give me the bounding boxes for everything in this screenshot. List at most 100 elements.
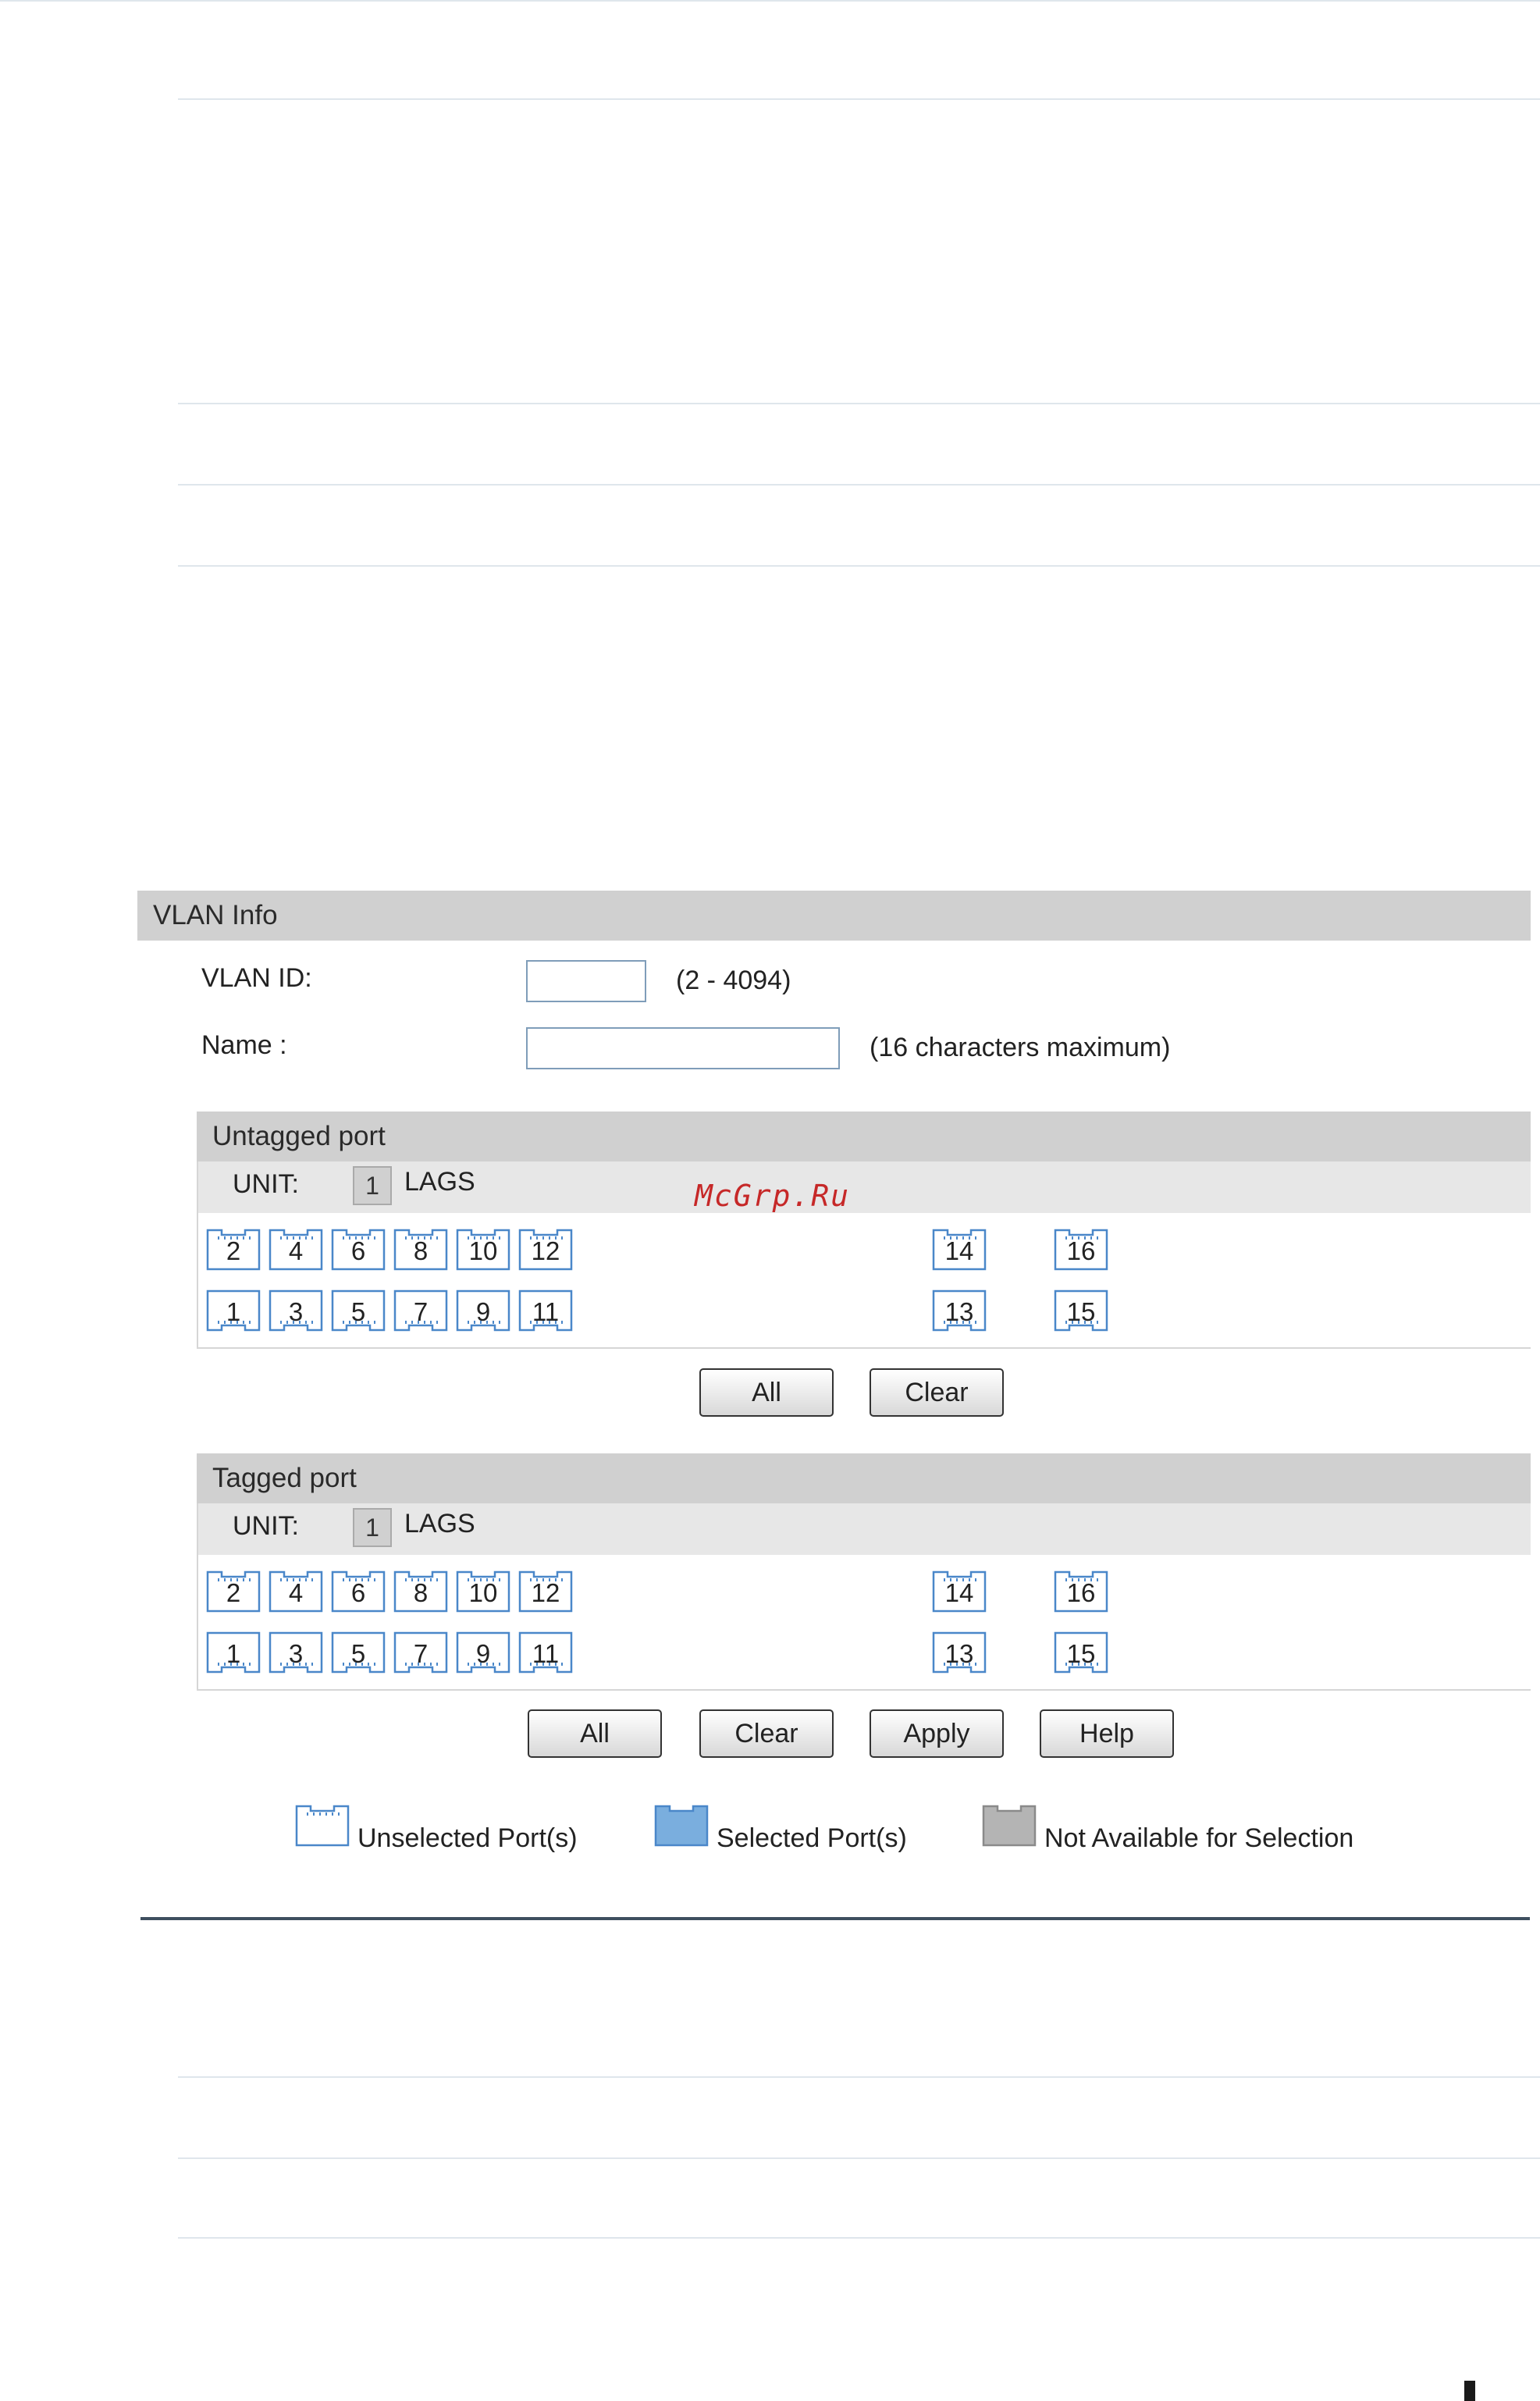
port-number: 5 bbox=[350, 1297, 366, 1326]
port-number: 11 bbox=[532, 1297, 560, 1326]
name-max-hint: (16 characters maximum) bbox=[870, 1033, 1171, 1062]
tagged-unit-selector[interactable]: 1 bbox=[353, 1508, 392, 1547]
separator-line bbox=[178, 2237, 1540, 2239]
untagged-port-4[interactable]: 4 bbox=[269, 1229, 323, 1271]
port-number: 2 bbox=[226, 1578, 241, 1607]
tagged-all-button[interactable]: All bbox=[528, 1709, 662, 1758]
untagged-port-11[interactable]: 11 bbox=[518, 1289, 573, 1332]
section-divider bbox=[140, 1917, 1530, 1920]
untagged-port-14[interactable]: 14 bbox=[932, 1229, 987, 1271]
untagged-unit-row bbox=[198, 1161, 1531, 1213]
tagged-port-15[interactable]: 15 bbox=[1054, 1631, 1108, 1674]
port-number: 3 bbox=[288, 1639, 304, 1668]
port-number: 1 bbox=[226, 1297, 241, 1326]
tagged-port-16[interactable]: 16 bbox=[1054, 1570, 1108, 1613]
port-number: 7 bbox=[413, 1297, 429, 1326]
port-number: 14 bbox=[944, 1236, 974, 1265]
untagged-port-9[interactable]: 9 bbox=[456, 1289, 510, 1332]
untagged-port-10[interactable]: 10 bbox=[456, 1229, 510, 1271]
separator-line bbox=[178, 2076, 1540, 2078]
untagged-port-15[interactable]: 15 bbox=[1054, 1289, 1108, 1332]
unselected-port-icon bbox=[295, 1805, 350, 1847]
untagged-port-1[interactable]: 1 bbox=[206, 1289, 261, 1332]
vlan-id-input[interactable] bbox=[526, 960, 646, 1002]
tagged-port-7[interactable]: 7 bbox=[393, 1631, 448, 1674]
port-number: 8 bbox=[413, 1578, 429, 1607]
port-number: 5 bbox=[350, 1639, 366, 1668]
untagged-port-8[interactable]: 8 bbox=[393, 1229, 448, 1271]
untagged-port-3[interactable]: 3 bbox=[269, 1289, 323, 1332]
port-number: 9 bbox=[475, 1297, 491, 1326]
port-number: 15 bbox=[1066, 1639, 1096, 1668]
apply-button[interactable]: Apply bbox=[870, 1709, 1004, 1758]
legend-unselected-label: Unselected Port(s) bbox=[357, 1823, 578, 1853]
port-number: 9 bbox=[475, 1639, 491, 1668]
untagged-port-6[interactable]: 6 bbox=[331, 1229, 386, 1271]
vlan-id-label: VLAN ID: bbox=[201, 963, 312, 993]
tagged-port-6[interactable]: 6 bbox=[331, 1570, 386, 1613]
tagged-unit-row bbox=[198, 1503, 1531, 1555]
tagged-port-10[interactable]: 10 bbox=[456, 1570, 510, 1613]
selected-port-icon bbox=[654, 1805, 709, 1847]
tagged-port-3[interactable]: 3 bbox=[269, 1631, 323, 1674]
vlan-info-header: VLAN Info bbox=[137, 891, 1531, 941]
port-number: 13 bbox=[944, 1639, 974, 1668]
tagged-lags-link[interactable]: LAGS bbox=[404, 1509, 475, 1539]
port-number: 8 bbox=[413, 1236, 429, 1265]
tagged-port-4[interactable]: 4 bbox=[269, 1570, 323, 1613]
tagged-port-5[interactable]: 5 bbox=[331, 1631, 386, 1674]
port-number: 11 bbox=[532, 1639, 560, 1668]
tagged-port-header: Tagged port bbox=[197, 1453, 1531, 1503]
untagged-unit-label: UNIT: bbox=[233, 1169, 299, 1199]
untagged-port-2[interactable]: 2 bbox=[206, 1229, 261, 1271]
port-number: 6 bbox=[350, 1578, 366, 1607]
untagged-all-button[interactable]: All bbox=[699, 1368, 834, 1417]
separator-line bbox=[178, 403, 1540, 404]
port-number: 7 bbox=[413, 1639, 429, 1668]
watermark-text: McGrp.Ru bbox=[695, 1179, 851, 1213]
legend-unavailable-label: Not Available for Selection bbox=[1044, 1823, 1354, 1853]
untagged-port-header: Untagged port bbox=[197, 1112, 1531, 1161]
unavailable-port-icon bbox=[982, 1805, 1037, 1847]
tagged-port-12[interactable]: 12 bbox=[518, 1570, 573, 1613]
port-number: 4 bbox=[288, 1236, 304, 1265]
vlan-id-range-hint: (2 - 4094) bbox=[676, 966, 791, 995]
untagged-port-7[interactable]: 7 bbox=[393, 1289, 448, 1332]
port-number: 10 bbox=[468, 1578, 498, 1607]
tagged-port-13[interactable]: 13 bbox=[932, 1631, 987, 1674]
port-number: 12 bbox=[531, 1236, 560, 1265]
tagged-port-1[interactable]: 1 bbox=[206, 1631, 261, 1674]
port-number: 13 bbox=[944, 1297, 974, 1326]
name-input[interactable] bbox=[526, 1027, 840, 1069]
port-number: 16 bbox=[1066, 1578, 1096, 1607]
port-number: 10 bbox=[468, 1236, 498, 1265]
help-button[interactable]: Help bbox=[1040, 1709, 1174, 1758]
separator-line bbox=[178, 98, 1540, 100]
port-number: 16 bbox=[1066, 1236, 1096, 1265]
untagged-port-13[interactable]: 13 bbox=[932, 1289, 987, 1332]
port-number: 6 bbox=[350, 1236, 366, 1265]
untagged-port-5[interactable]: 5 bbox=[331, 1289, 386, 1332]
port-number: 3 bbox=[288, 1297, 304, 1326]
tagged-port-11[interactable]: 11 bbox=[518, 1631, 573, 1674]
tagged-port-14[interactable]: 14 bbox=[932, 1570, 987, 1613]
tagged-port-2[interactable]: 2 bbox=[206, 1570, 261, 1613]
separator-line bbox=[178, 2157, 1540, 2159]
untagged-port-12[interactable]: 12 bbox=[518, 1229, 573, 1271]
port-number: 14 bbox=[944, 1578, 974, 1607]
tagged-clear-button[interactable]: Clear bbox=[699, 1709, 834, 1758]
untagged-port-16[interactable]: 16 bbox=[1054, 1229, 1108, 1271]
tagged-port-8[interactable]: 8 bbox=[393, 1570, 448, 1613]
page-corner-mark bbox=[1464, 2381, 1475, 2401]
untagged-unit-selector[interactable]: 1 bbox=[353, 1166, 392, 1205]
untagged-lags-link[interactable]: LAGS bbox=[404, 1167, 475, 1197]
untagged-clear-button[interactable]: Clear bbox=[870, 1368, 1004, 1417]
port-number: 12 bbox=[531, 1578, 560, 1607]
port-number: 15 bbox=[1066, 1297, 1096, 1326]
tagged-unit-label: UNIT: bbox=[233, 1511, 299, 1541]
port-number: 1 bbox=[226, 1639, 241, 1668]
name-label: Name : bbox=[201, 1030, 287, 1060]
separator-line bbox=[178, 565, 1540, 567]
separator-line bbox=[0, 0, 1540, 2]
tagged-port-9[interactable]: 9 bbox=[456, 1631, 510, 1674]
